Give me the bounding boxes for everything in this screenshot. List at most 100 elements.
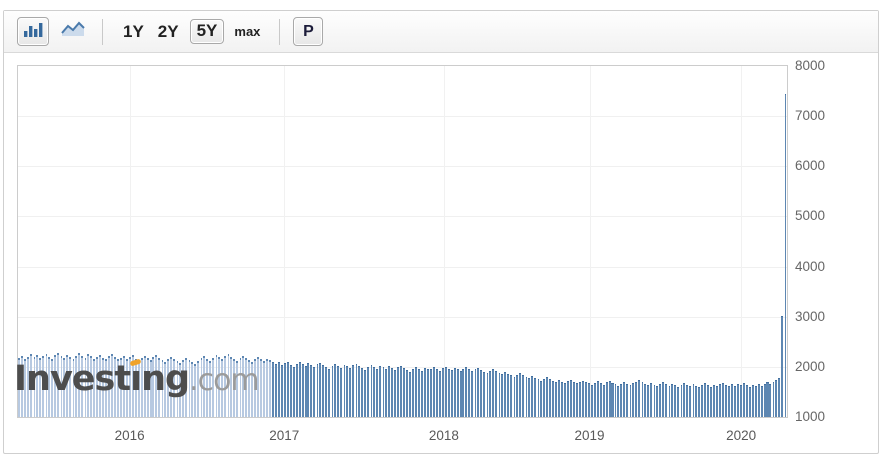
bar [95, 356, 98, 417]
bar [417, 368, 420, 417]
bar [209, 360, 212, 417]
bar [429, 368, 432, 417]
bar [24, 358, 27, 417]
bar [72, 358, 75, 417]
bar [244, 357, 247, 417]
bar [286, 361, 289, 417]
bar [376, 368, 379, 417]
bar [617, 385, 620, 417]
bar [758, 384, 760, 417]
bar [340, 367, 343, 417]
bar [688, 386, 691, 417]
y-tick-label: 4000 [795, 258, 826, 274]
bar [468, 369, 471, 417]
range-2y-button[interactable]: 2Y [158, 22, 179, 42]
bar [128, 357, 131, 417]
bar [164, 361, 167, 417]
bar [603, 384, 605, 417]
range-5y-button[interactable]: 5Y [189, 19, 225, 44]
bar [548, 379, 551, 417]
bar [405, 369, 408, 417]
bar [480, 369, 483, 417]
bar [748, 386, 751, 417]
bar [569, 379, 572, 417]
bar [731, 384, 733, 417]
bar-chart-type-button[interactable] [17, 17, 49, 46]
bar [349, 368, 352, 417]
bar [760, 385, 763, 417]
bar [683, 382, 686, 417]
bar [656, 386, 659, 417]
bar [355, 363, 358, 417]
bar [367, 366, 370, 417]
y-tick-label: 1000 [795, 409, 826, 424]
range-1y-button[interactable]: 1Y [123, 22, 144, 42]
bar [250, 361, 253, 417]
bar [384, 369, 387, 417]
bar [471, 371, 474, 417]
bar [554, 382, 557, 417]
bar [421, 370, 423, 417]
bar [51, 359, 54, 417]
bar [539, 380, 542, 417]
bar [48, 356, 51, 417]
bar [411, 368, 414, 417]
bar [519, 373, 522, 417]
bar [170, 356, 173, 417]
plot-area[interactable] [17, 65, 788, 418]
bar [674, 385, 677, 417]
bar [465, 367, 468, 417]
range-max-button[interactable]: max [234, 24, 260, 39]
bar [507, 373, 510, 417]
bar [659, 384, 662, 417]
bar [647, 385, 650, 417]
bar [334, 363, 337, 417]
line-chart-type-button[interactable] [57, 17, 89, 46]
bar [63, 358, 66, 417]
bar [668, 385, 671, 417]
p-button[interactable]: P [293, 17, 324, 46]
bar [450, 370, 453, 417]
bar [280, 365, 283, 417]
bar [370, 364, 373, 417]
bar [66, 354, 69, 417]
bar [644, 383, 647, 417]
bar [581, 380, 584, 417]
bar [441, 368, 444, 417]
bar [662, 382, 665, 417]
bar [402, 367, 405, 417]
y-tick-label: 3000 [795, 308, 826, 324]
bar [746, 385, 748, 417]
x-tick-label: 2019 [574, 428, 605, 443]
bar [578, 381, 581, 417]
bar [474, 369, 477, 417]
bar [343, 364, 346, 417]
bar [42, 356, 45, 417]
bar [671, 383, 674, 417]
bar [504, 372, 507, 417]
bar [212, 357, 215, 417]
bar [492, 369, 495, 417]
bar [560, 381, 563, 417]
bar [111, 354, 113, 417]
bar [346, 366, 349, 417]
bar [460, 370, 462, 417]
bar [686, 384, 689, 417]
bar [301, 364, 304, 417]
bar [176, 361, 179, 417]
bar [781, 315, 784, 417]
bar [167, 358, 170, 417]
bar [677, 386, 680, 417]
bar [552, 380, 554, 417]
bar [203, 356, 206, 417]
bar [599, 383, 602, 417]
bar [596, 381, 599, 417]
y-tick-label: 7000 [795, 108, 826, 124]
bar [653, 384, 656, 417]
bar [393, 370, 396, 417]
bar [611, 382, 614, 417]
bar [733, 385, 736, 417]
bar [143, 355, 146, 417]
bar [123, 356, 125, 417]
bar [188, 359, 191, 417]
